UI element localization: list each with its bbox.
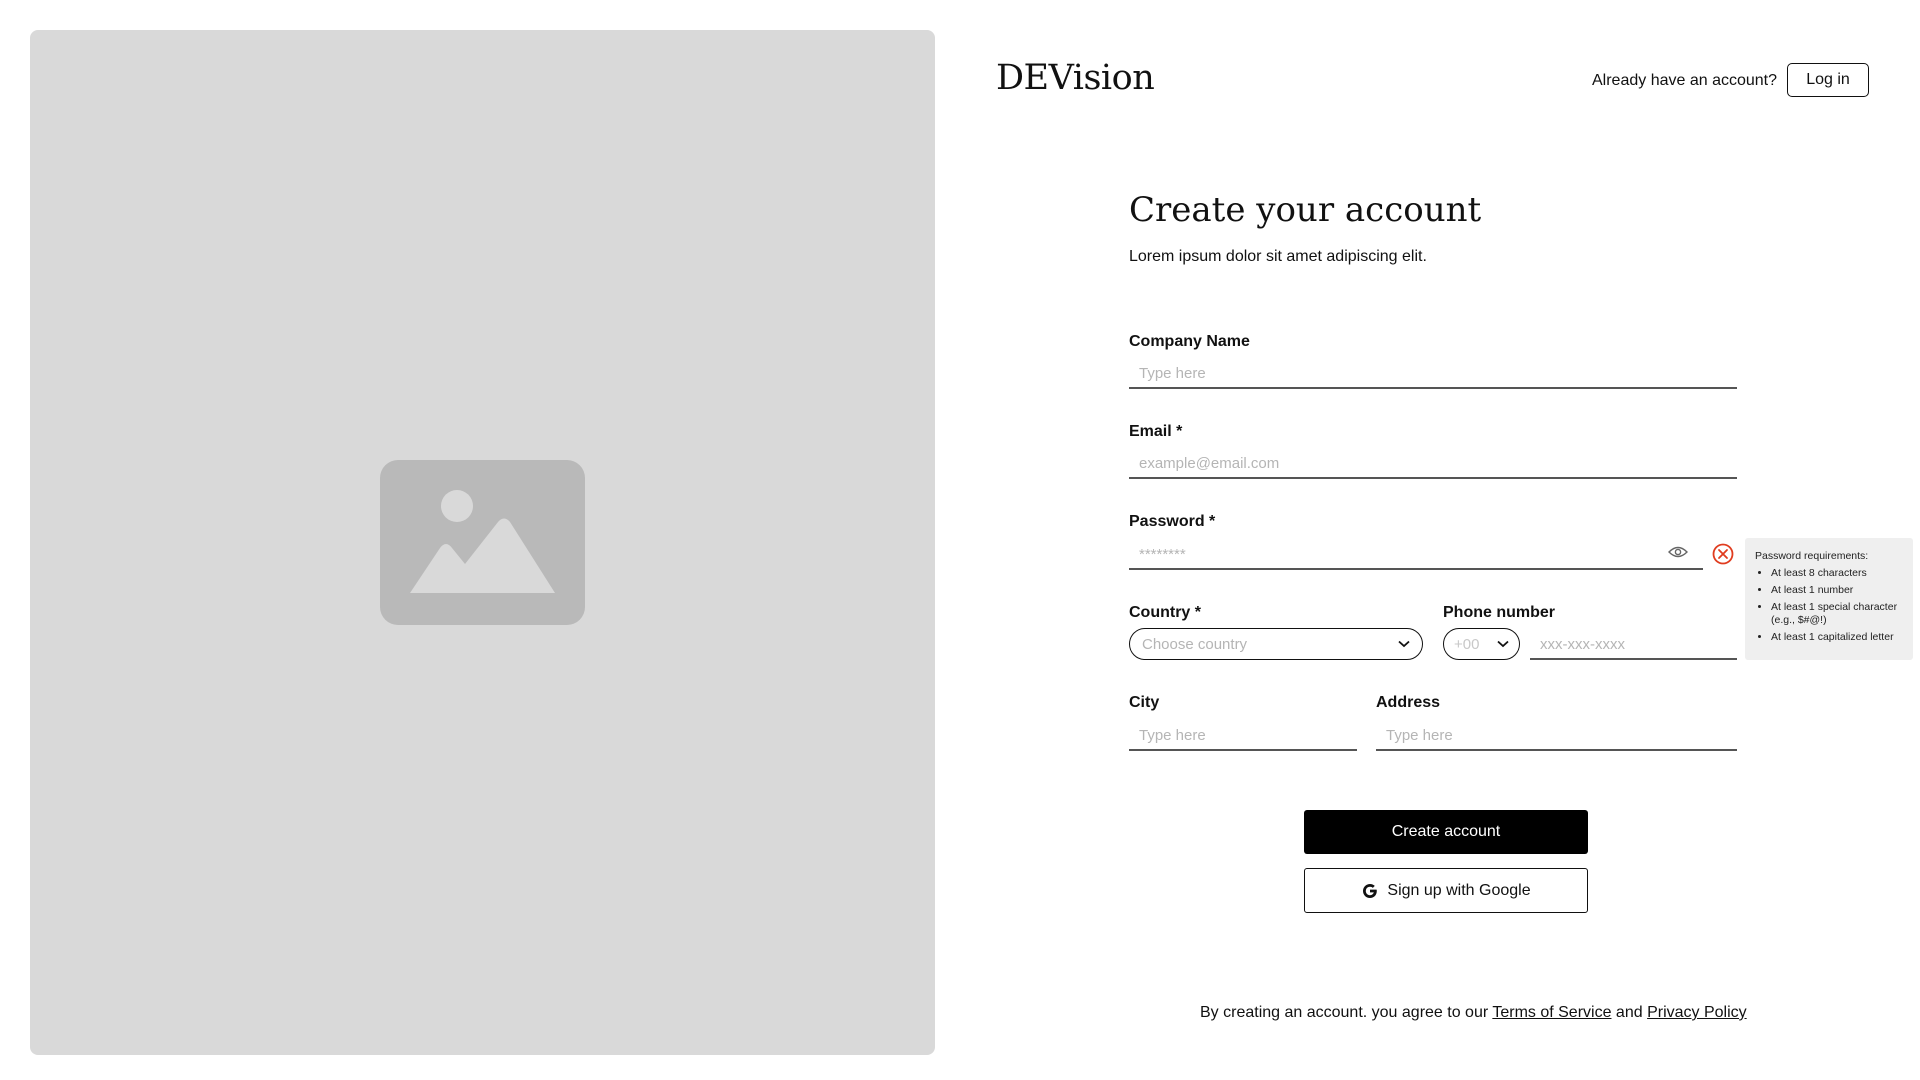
- hero-image-placeholder: [30, 30, 935, 1055]
- country-select-value: Choose country: [1142, 635, 1248, 653]
- login-button[interactable]: Log in: [1787, 63, 1869, 97]
- address-label: Address: [1376, 694, 1441, 711]
- email-label: Email *: [1129, 423, 1183, 440]
- password-label: Password *: [1129, 513, 1216, 530]
- list-item: At least 1 capitalized letter: [1771, 631, 1903, 644]
- google-signup-label: Sign up with Google: [1387, 881, 1531, 899]
- terms-of-service-link[interactable]: Terms of Service: [1492, 1004, 1611, 1021]
- country-select[interactable]: Choose country: [1129, 628, 1423, 660]
- password-input[interactable]: [1129, 540, 1703, 570]
- list-item: At least 1 special character (e.g., $#@!…: [1771, 601, 1903, 627]
- page-subtitle: Lorem ipsum dolor sit amet adipiscing el…: [1129, 248, 1427, 265]
- google-icon: [1363, 883, 1378, 898]
- google-signup-button[interactable]: Sign up with Google: [1304, 868, 1588, 913]
- error-circle-icon: [1712, 543, 1734, 565]
- already-have-account-text: Already have an account?: [1592, 72, 1778, 89]
- brand-logo: DEVision: [996, 58, 1155, 98]
- privacy-policy-link[interactable]: Privacy Policy: [1647, 1004, 1747, 1021]
- phone-number-label: Phone number: [1443, 604, 1556, 621]
- legal-prefix: By creating an account. you agree to our: [1200, 1004, 1493, 1021]
- city-input[interactable]: [1129, 721, 1357, 751]
- email-input[interactable]: [1129, 449, 1737, 479]
- legal-and: and: [1611, 1004, 1648, 1021]
- country-label: Country *: [1129, 604, 1201, 621]
- address-input[interactable]: [1376, 721, 1737, 751]
- eye-icon[interactable]: [1668, 545, 1688, 559]
- chevron-down-icon: [1497, 640, 1509, 648]
- page-title: Create your account: [1129, 190, 1482, 230]
- company-name-input[interactable]: [1129, 359, 1737, 389]
- password-requirements-list: At least 8 characters At least 1 number …: [1755, 567, 1903, 644]
- phone-code-value: +00: [1454, 635, 1480, 653]
- legal-notice: By creating an account. you agree to our…: [1200, 1004, 1747, 1022]
- image-placeholder-icon: [380, 460, 585, 625]
- password-requirements-tooltip: Password requirements: At least 8 charac…: [1745, 538, 1913, 660]
- phone-code-select[interactable]: +00: [1443, 628, 1520, 660]
- company-name-label: Company Name: [1129, 333, 1250, 350]
- chevron-down-icon: [1398, 640, 1410, 648]
- city-label: City: [1129, 694, 1160, 711]
- phone-number-input[interactable]: [1530, 630, 1737, 660]
- list-item: At least 1 number: [1771, 584, 1903, 597]
- list-item: At least 8 characters: [1771, 567, 1903, 580]
- create-account-button[interactable]: Create account: [1304, 810, 1588, 854]
- password-requirements-title: Password requirements:: [1755, 550, 1869, 562]
